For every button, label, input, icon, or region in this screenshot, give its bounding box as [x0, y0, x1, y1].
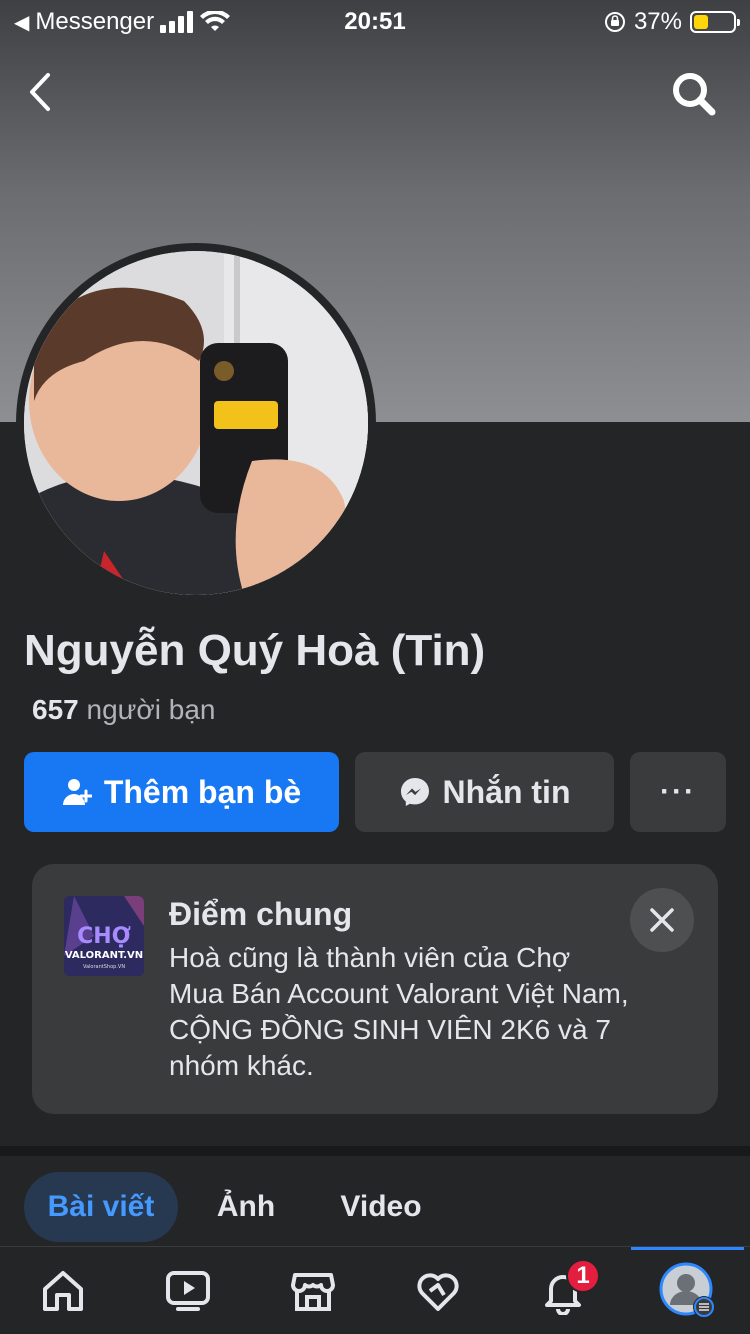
mutual-groups-card[interactable]: CHỢ VALORANT.VN ValorantShop.VN Điểm chu…: [32, 864, 718, 1114]
add-friend-icon: [62, 779, 92, 805]
marketplace-icon: [290, 1273, 335, 1311]
notification-badge: 1: [566, 1259, 600, 1293]
nav-watch[interactable]: [125, 1247, 250, 1334]
video-icon: [165, 1271, 210, 1311]
tab-videos[interactable]: Video: [320, 1172, 442, 1242]
nav-notifications[interactable]: 1: [500, 1247, 625, 1334]
add-friend-button[interactable]: Thêm bạn bè: [24, 752, 339, 832]
friend-count[interactable]: 657 người bạn: [32, 694, 215, 726]
nav-marketplace[interactable]: [250, 1247, 375, 1334]
dating-icon: [416, 1273, 459, 1311]
group-logo-subtext: VALORANT.VN: [65, 950, 143, 961]
battery-icon: [690, 11, 740, 33]
battery-level: [694, 15, 708, 29]
profile-avatar[interactable]: [24, 251, 368, 595]
search-button[interactable]: [668, 68, 720, 120]
tab-posts[interactable]: Bài viết: [24, 1172, 178, 1242]
mutual-title: Điểm chung: [169, 896, 353, 932]
avatar-photo: [24, 251, 368, 595]
friend-count-number: 657: [32, 694, 79, 725]
mutual-description: Hoà cũng là thành viên của Chợ Mua Bán A…: [169, 942, 629, 1081]
group-logo: CHỢ VALORANT.VN ValorantShop.VN: [64, 896, 144, 976]
message-label: Nhắn tin: [442, 773, 571, 810]
profile-tabs: Bài viết Ảnh Video: [0, 1168, 750, 1244]
profile-menu-icon: [659, 1262, 715, 1318]
nav-dating[interactable]: [375, 1247, 500, 1334]
nav-profile-menu[interactable]: [625, 1247, 750, 1334]
message-button[interactable]: Nhắn tin: [355, 752, 614, 832]
more-options-button[interactable]: ···: [630, 752, 726, 832]
add-friend-label: Thêm bạn bè: [103, 773, 302, 810]
dismiss-button[interactable]: [630, 888, 694, 952]
battery-percent: 37%: [633, 8, 682, 35]
nav-home[interactable]: [0, 1247, 125, 1334]
messenger-icon: [400, 778, 429, 806]
group-logo-caption: ValorantShop.VN: [83, 964, 125, 970]
profile-name: Nguyễn Quý Hoà (Tin): [24, 626, 486, 675]
friend-count-label: người bạn: [86, 694, 216, 725]
tab-photos[interactable]: Ảnh: [196, 1172, 296, 1242]
search-icon: [673, 73, 716, 116]
rotation-lock-icon: [604, 12, 625, 32]
status-bar: ◀ Messenger 20:51 37%: [0, 0, 750, 42]
home-icon: [42, 1271, 83, 1311]
group-thumbnail: CHỢ VALORANT.VN ValorantShop.VN: [64, 896, 144, 976]
back-button[interactable]: [28, 70, 68, 114]
section-divider: [0, 1146, 750, 1156]
chevron-left-icon: [30, 73, 50, 111]
group-logo-text: CHỢ: [77, 924, 131, 949]
more-icon: ···: [660, 775, 696, 808]
close-icon: [650, 908, 674, 932]
bottom-navigation: 1: [0, 1246, 750, 1334]
